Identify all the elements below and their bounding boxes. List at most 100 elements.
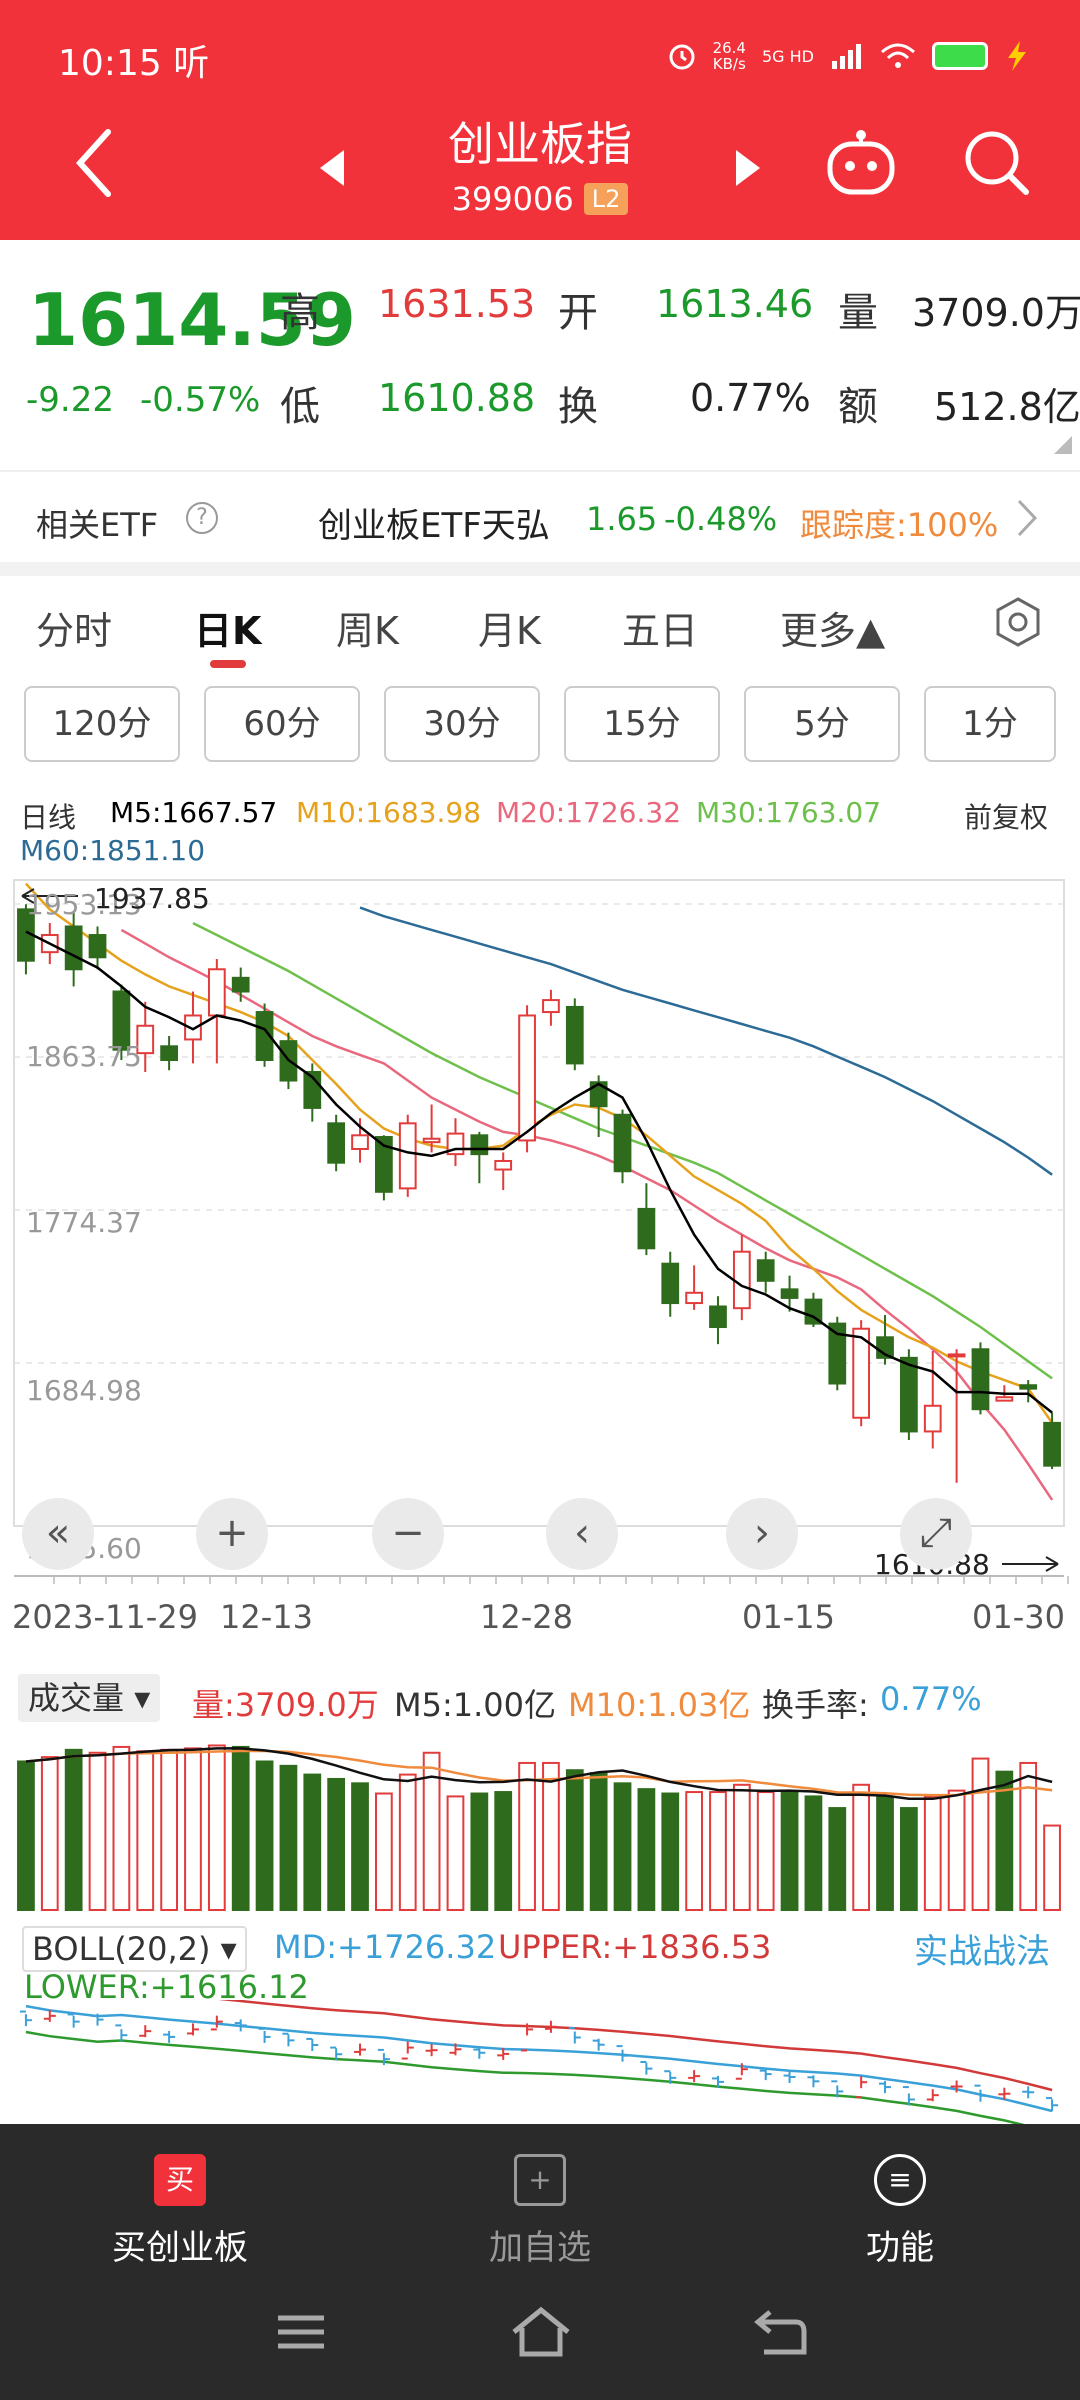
volume-bar: [661, 1792, 680, 1911]
zoom-out-button[interactable]: −: [372, 1498, 444, 1570]
spacer: [1000, 1376, 1058, 1564]
volume-bar: [852, 1783, 871, 1911]
tab-more[interactable]: 更多▲: [780, 600, 885, 655]
high-label: 高: [280, 290, 320, 336]
volume-bar: [40, 1756, 59, 1912]
volume-bar: [1043, 1824, 1061, 1911]
chart-settings-icon[interactable]: [992, 596, 1044, 648]
interval-5m[interactable]: 5分: [744, 686, 900, 762]
candle-body: [947, 1353, 966, 1358]
low-label: 低: [280, 384, 320, 430]
quote-panel: 1614.59 -9.22 -0.57% 高 1631.53 开 1613.46…: [0, 240, 1080, 470]
stock-title: 创业板指: [448, 117, 632, 171]
adjust-mode[interactable]: 前复权: [964, 796, 1048, 836]
volume-bar: [542, 1761, 560, 1911]
ma10-line: [24, 882, 1054, 1424]
expand-corner-icon[interactable]: [1054, 436, 1072, 454]
candle-body: [351, 1134, 369, 1151]
functions-label: 功能: [866, 2228, 934, 2268]
interval-120m[interactable]: 120分: [24, 686, 180, 762]
interval-15m[interactable]: 15分: [564, 686, 720, 762]
price-change-pct: -0.57%: [140, 380, 261, 420]
zoom-in-button[interactable]: +: [196, 1498, 268, 1570]
volume-bar: [88, 1751, 107, 1911]
open-label: 开: [558, 290, 598, 336]
volume-bar: [446, 1795, 465, 1911]
help-icon[interactable]: ?: [186, 502, 218, 534]
l2-badge[interactable]: L2: [583, 183, 629, 215]
volume-bar: [327, 1777, 346, 1911]
volume-bar: [565, 1769, 584, 1911]
tab-weekly-k[interactable]: 周K: [336, 600, 399, 655]
candle-body: [685, 1291, 703, 1305]
ma30-value: M30:1763.07: [696, 796, 882, 829]
boll-lower-line: [25, 2030, 1025, 2124]
volume-value: 3709.0万: [912, 291, 1080, 335]
robot-assistant-icon[interactable]: [824, 126, 898, 200]
interval-60m[interactable]: 60分: [204, 686, 360, 762]
interval-30m[interactable]: 30分: [384, 686, 540, 762]
volume-label: 量: [838, 290, 878, 336]
add-watchlist-label: 加自选: [489, 2228, 591, 2268]
etf-name: 创业板ETF天弘: [318, 506, 550, 546]
buy-button[interactable]: 买 买创业板: [60, 2154, 300, 2269]
volume-m5-line: [25, 1747, 1053, 1801]
etf-label: 相关ETF: [36, 506, 159, 544]
y-label: 1863.75: [26, 1040, 142, 1073]
candle-body: [565, 1005, 584, 1065]
candle-body: [637, 1207, 656, 1250]
active-tab-indicator: [210, 660, 246, 668]
price-change: -9.22: [26, 380, 114, 420]
candle-body: [231, 976, 250, 993]
boll-svg: [19, 2000, 1059, 2124]
indicator-select-volume[interactable]: 成交量 ▾: [18, 1674, 161, 1722]
zoom-out-full-button[interactable]: «: [22, 1498, 94, 1570]
nav-home-icon[interactable]: [506, 2302, 576, 2362]
add-watchlist-button[interactable]: + 加自选: [420, 2154, 660, 2269]
indicator-select-boll[interactable]: BOLL(20,2) ▾: [22, 1926, 247, 1972]
ma60-value: M60:1851.10: [20, 834, 206, 867]
search-icon[interactable]: [962, 128, 1032, 198]
tab-intraday[interactable]: 分时: [36, 600, 112, 655]
volume-bar: [589, 1772, 608, 1911]
tab-monthly-k[interactable]: 月K: [478, 600, 541, 655]
y-label: 1684.98: [26, 1374, 142, 1407]
scroll-right-button[interactable]: ›: [726, 1498, 798, 1570]
related-etf-row[interactable]: 相关ETF ? 创业板ETF天弘 1.65 -0.48% 跟踪度:100%: [0, 472, 1080, 570]
amount-label: 额: [838, 384, 878, 430]
volume-bar: [494, 1791, 513, 1911]
candle-body: [470, 1134, 489, 1156]
nav-menu-icon[interactable]: [266, 2302, 336, 2362]
candle-body: [542, 999, 560, 1014]
volume-bar: [947, 1789, 966, 1911]
candle-body: [1043, 1421, 1061, 1467]
charging-icon: [1008, 41, 1026, 71]
volume-bar: [709, 1791, 727, 1911]
functions-button[interactable]: ≡ 功能: [780, 2154, 1020, 2269]
nav-back-icon[interactable]: [746, 2302, 816, 2362]
interval-1m[interactable]: 1分: [924, 686, 1056, 762]
candle-body: [398, 1122, 417, 1190]
ma5-line: [25, 930, 1053, 1414]
y-label: 1774.37: [26, 1206, 142, 1239]
volume-m10-line: [25, 1749, 1053, 1797]
tab-daily-k[interactable]: 日K: [194, 600, 261, 655]
candle-body: [494, 1159, 513, 1171]
bottom-action-bar: 买 买创业板 + 加自选 ≡ 功能: [0, 2124, 1080, 2400]
volume-bar: [637, 1788, 656, 1911]
volume-bar: [17, 1760, 35, 1911]
tab-five-day[interactable]: 五日: [622, 600, 698, 655]
strategy-link[interactable]: 实战战法: [914, 1924, 1050, 1973]
volume-bar: [112, 1745, 131, 1912]
volume-bar: [876, 1795, 894, 1911]
next-stock-icon[interactable]: [734, 148, 762, 188]
chevron-right-icon: [1017, 499, 1038, 537]
buy-icon: 买: [154, 2154, 206, 2206]
boll-md: MD:+1726.32: [274, 1928, 497, 1966]
fullscreen-button[interactable]: ⤢: [900, 1498, 972, 1570]
volume-bar: [375, 1792, 393, 1911]
ma-legend: 日线 M5:1667.57 M10:1683.98 M20:1726.32 M3…: [0, 786, 1080, 876]
volume-chart[interactable]: [0, 1720, 1080, 1912]
scroll-left-button[interactable]: ‹: [546, 1498, 618, 1570]
boll-chart[interactable]: [0, 2000, 1080, 2124]
